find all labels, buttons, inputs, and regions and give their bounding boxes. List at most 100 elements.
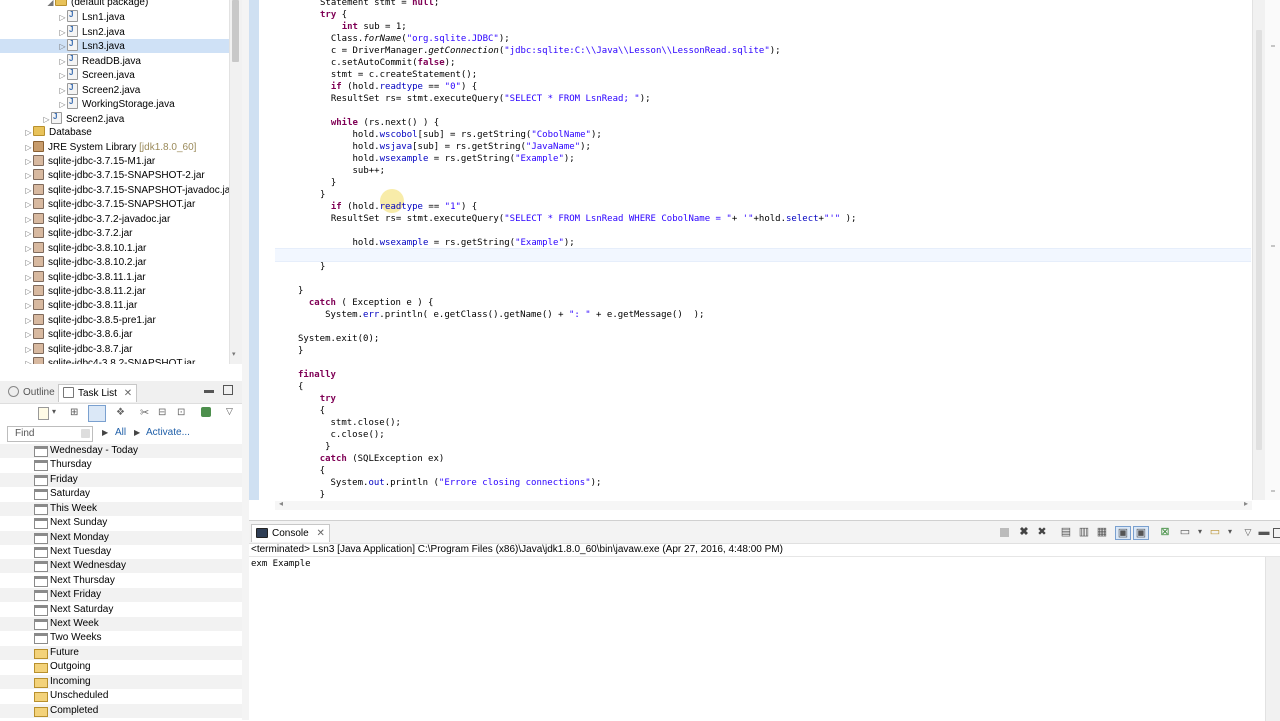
tree-item-jar[interactable]: ▷ sqlite-jdbc-3.8.11.1.jar [0,270,229,285]
code-line[interactable]: Class.forName("org.sqlite.JDBC"); [320,33,856,45]
expand-toggle-icon[interactable]: ▷ [58,26,67,40]
tree-item-jar[interactable]: ▷ sqlite-jdbc-3.8.10.1.jar [0,241,229,256]
scroll-right-icon[interactable]: ▸ [1244,499,1248,508]
code-line[interactable] [298,357,704,369]
expand-toggle-icon[interactable]: ▷ [24,285,33,299]
tree-item-jar[interactable]: ▷ sqlite-jdbc-3.7.2.jar [0,227,229,241]
code-line[interactable]: if (hold.readtype == "0") { [320,81,856,93]
categorized-icon[interactable]: ⊞ [70,407,81,418]
code-line[interactable] [320,249,856,261]
code-line[interactable]: stmt = c.createStatement(); [320,69,856,81]
task-group-row[interactable]: Next Wednesday [0,559,242,573]
expand-toggle-icon[interactable]: ▷ [58,98,67,112]
tree-item-jar[interactable]: ▷ sqlite-jdbc-3.8.6.jar [0,328,229,342]
tree-item-jar[interactable]: ▷ sqlite-jdbc-3.8.7.jar [0,342,229,357]
scroll-lock-icon[interactable]: ▥ [1078,526,1090,538]
code-line[interactable]: c = DriverManager.getConnection("jdbc:sq… [320,45,856,57]
new-task-dropdown-icon[interactable]: ▾ [52,407,56,416]
view-menu-icon[interactable]: ▽ [226,406,233,417]
filter-all-link[interactable]: All [115,427,126,438]
task-group-row[interactable]: This Week [0,502,242,516]
task-group-row[interactable]: Next Friday [0,588,242,602]
code-line[interactable]: hold.wsjava[sub] = rs.getString("JavaNam… [320,141,856,153]
console-output[interactable]: exm Example [251,558,311,570]
expand-toggle-icon[interactable]: ▷ [24,256,33,270]
code-line[interactable]: catch (SQLException ex) [298,453,704,465]
code-line[interactable]: Statement stmt = null; [320,0,856,9]
scroll-left-icon[interactable]: ◂ [279,499,283,508]
code-line[interactable]: { [298,465,704,477]
hide-completed-icon[interactable]: ✂ [140,406,149,419]
package-scroll-thumb[interactable] [232,0,239,62]
code-line[interactable]: hold.wscobol[sub] = rs.getString("CobolN… [320,129,856,141]
code-line[interactable]: { [298,381,704,393]
tree-item-java[interactable]: ▷ Screen.java [0,66,229,83]
expand-toggle-icon[interactable]: ▷ [24,314,33,328]
tree-item-java[interactable]: ▷ WorkingStorage.java [0,95,229,112]
tree-item-jar[interactable]: ▷ sqlite-jdbc-3.7.2-javadoc.jar [0,212,229,227]
code-line[interactable]: } [320,177,856,189]
expand-toggle-icon[interactable]: ▷ [24,184,33,198]
code-block-upper[interactable]: Statement stmt = null; try { int sub = 1;… [320,0,856,273]
task-group-row[interactable]: Wednesday - Today [0,444,242,458]
code-line[interactable]: stmt.close(); [298,417,704,429]
tree-item-java[interactable]: ▷ Lsn1.java [0,8,229,25]
display-dropdown-icon[interactable]: ▾ [1194,526,1206,538]
close-icon[interactable]: ✕ [316,528,324,539]
tree-item-jar[interactable]: ▷ sqlite-jdbc4-3.8.2-SNAPSHOT.jar [0,357,229,364]
show-on-stderr-icon[interactable]: ▣ [1133,526,1149,540]
code-line[interactable]: System.exit(0); [298,333,704,345]
task-group-row[interactable]: Next Week [0,617,242,631]
task-group-row[interactable]: Completed [0,704,242,718]
pin-console-icon[interactable]: ⊠ [1159,526,1171,538]
open-console-icon[interactable]: ▭ [1209,526,1221,538]
task-group-row[interactable]: Friday [0,473,242,487]
code-line[interactable]: } [298,489,704,501]
expand-toggle-icon[interactable]: ▷ [42,113,51,127]
code-line[interactable]: hold.wsexample = rs.getString("Example")… [320,237,856,249]
view-menu-icon[interactable]: ▽ [1242,526,1254,538]
maximize-icon[interactable] [223,385,233,395]
code-line[interactable]: hold.wsexample = rs.getString("Example")… [320,153,856,165]
task-group-row[interactable]: Outgoing [0,660,242,674]
expand-toggle-icon[interactable]: ▷ [24,343,33,357]
code-line[interactable] [298,321,704,333]
expand-toggle-icon[interactable]: ▷ [58,84,67,98]
expand-toggle-icon[interactable]: ▷ [58,11,67,25]
code-block-lower[interactable]: } catch ( Exception e ) { System.err.pri… [298,285,704,501]
expand-toggle-icon[interactable]: ▷ [24,213,33,227]
clear-console-icon[interactable]: ▤ [1060,526,1072,538]
code-line[interactable]: } [298,441,704,453]
code-line[interactable]: } [320,189,856,201]
editor-scroll-thumb[interactable] [1256,30,1262,450]
expand-toggle-icon[interactable]: ▷ [24,155,33,169]
tree-item[interactable]: ◢ (default package) [0,0,229,10]
code-line[interactable]: try { [320,9,856,21]
expand-toggle-icon[interactable]: ▷ [58,69,67,83]
code-line[interactable]: } [298,345,704,357]
code-line[interactable]: } [320,261,856,273]
console-scrollbar[interactable] [1265,557,1280,721]
collapse-all-icon[interactable]: ⊟ [158,407,166,418]
word-wrap-icon[interactable]: ▦ [1096,526,1108,538]
code-line[interactable]: if (hold.readtype == "1") { [320,201,856,213]
show-on-stdout-icon[interactable]: ▣ [1115,526,1131,540]
task-group-row[interactable]: Next Monday [0,531,242,545]
tree-item-java[interactable]: ▷ Lsn3.java [0,37,229,54]
code-line[interactable] [320,105,856,117]
expand-all-icon[interactable]: ⊡ [177,407,185,418]
code-line[interactable]: System.err.println( e.getClass().getName… [298,309,704,321]
expand-toggle-icon[interactable]: ▷ [24,169,33,183]
scheduled-icon[interactable] [88,405,106,422]
expand-toggle-icon[interactable]: ▷ [24,271,33,285]
tree-item-jar[interactable]: ▷ sqlite-jdbc-3.8.11.2.jar [0,285,229,299]
package-vertical-scrollbar[interactable]: ▾ [229,0,242,364]
maximize-icon[interactable] [1273,528,1280,538]
minimize-icon[interactable]: ▬ [1258,526,1270,538]
code-line[interactable]: while (rs.next() ) { [320,117,856,129]
tree-item-java[interactable]: ▷ Lsn2.java [0,23,229,40]
code-line[interactable] [320,225,856,237]
tree-item-jar[interactable]: ▷ sqlite-jdbc-3.7.15-SNAPSHOT-javadoc.jar [0,183,234,198]
find-input[interactable]: Find [7,426,93,442]
new-task-icon[interactable] [38,407,49,420]
